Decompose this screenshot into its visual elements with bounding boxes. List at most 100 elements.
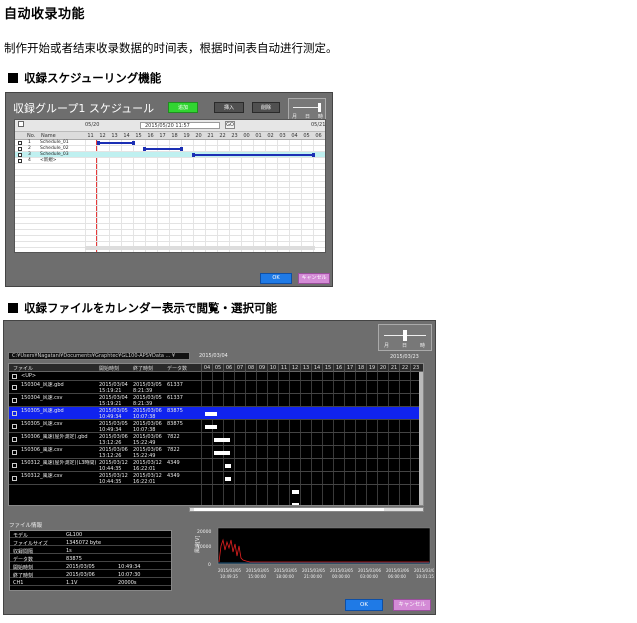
file-count: 83875 (167, 421, 183, 427)
zoom-slider[interactable]: 月 日 時 (288, 98, 326, 120)
vertical-scrollbar[interactable] (419, 372, 423, 505)
file-row[interactable]: 150312_風速.csv 2015/03/12 10:44:35 2015/03/1… (9, 472, 421, 485)
horizontal-scrollbar[interactable] (189, 507, 424, 512)
file-count: 4349 (167, 473, 180, 479)
graph-x-date: 2015/03/06 (414, 568, 434, 573)
file-row[interactable]: 150312_風速(屋外測定)(L3時間) 2015/03/12 10:44:35 2… (9, 459, 421, 472)
file-row[interactable]: 150304_风速.gbd 2015/03/04 15:19:21 2015/03/0… (9, 381, 421, 394)
slider-track (293, 107, 321, 108)
hour-header: 00 (243, 133, 250, 139)
file-name: 150305_风速.csv (21, 421, 63, 427)
horizontal-scrollbar[interactable] (85, 246, 315, 250)
hour-header: 05 (212, 364, 223, 372)
graph-x-time: 10:01:15 (416, 574, 434, 579)
insert-button[interactable]: 挿入 (214, 102, 244, 113)
file-row[interactable]: <UP> (9, 372, 421, 381)
hour-header: 13 (111, 133, 118, 139)
row-checkbox[interactable] (18, 141, 22, 145)
file-info-row: モデル GL100 (10, 531, 171, 539)
square-bullet-icon (8, 303, 18, 313)
row-checkbox[interactable] (18, 153, 22, 157)
file-timeline-mark (225, 464, 231, 468)
hour-header: 20 (195, 133, 202, 139)
column-end: 終了時刻 (133, 366, 154, 372)
file-info-value: 1s (66, 548, 72, 554)
graph-x-time: 15:00:00 (248, 574, 266, 579)
delete-button[interactable]: 削除 (252, 102, 280, 113)
hour-header: 17 (159, 133, 166, 139)
calendar-date-right: 2015/03/23 (390, 354, 419, 360)
folder-icon (12, 374, 17, 379)
graph-ymax: 20000 (197, 529, 211, 535)
file-info-table: モデル GL100 ファイルサイズ 1345072 byte 収録間隔 1s データ数 838… (9, 530, 172, 591)
graph-x-date: 2015/03/05 (274, 568, 298, 573)
file-timeline-mark (205, 412, 217, 416)
graph-x-date: 2015/03/05 (302, 568, 326, 573)
schedule-bar[interactable] (192, 153, 315, 157)
graph-x-time: 06:00:00 (388, 574, 406, 579)
file-info-title: ファイル情報 (9, 523, 43, 529)
hour-header: 10 (267, 364, 278, 372)
nav-button[interactable] (18, 121, 24, 127)
slider-thumb[interactable] (318, 103, 321, 112)
file-count: 61337 (167, 382, 183, 388)
row-checkbox[interactable] (18, 147, 22, 151)
file-calendar-window: 月 日 時 C:¥Users¥Nagatani¥Documents¥Grapht… (3, 320, 436, 615)
file-info-label: ファイルサイズ (13, 541, 48, 547)
ok-button[interactable]: OK (345, 599, 383, 611)
file-list: ファイル 開始時刻 終了時刻 データ数 04 05 06 07 08 09 10 11 12 13… (8, 363, 424, 506)
file-info-label: CH1 (13, 580, 24, 586)
go-button[interactable]: GO (225, 121, 235, 129)
slider-thumb[interactable] (403, 330, 407, 341)
schedule-window-title: 収録グループ1 スケジュール (13, 102, 155, 115)
file-name: 150312_風速.csv (21, 473, 63, 479)
row-checkbox[interactable] (18, 159, 22, 163)
file-info-value: 1.1V (66, 580, 78, 586)
file-icon (12, 463, 17, 468)
file-name: 150305_风速.gbd (21, 408, 64, 414)
cancel-button[interactable]: キャンセル (298, 273, 330, 284)
graph-x-labels: 2015/03/0510:49:352015/03/0515:00:002015… (218, 568, 434, 579)
hour-header: 05 (303, 133, 310, 139)
date-right: 05/21 (311, 122, 326, 128)
hour-header: 14 (123, 133, 130, 139)
schedule-bar[interactable] (143, 147, 183, 151)
scroll-thumb[interactable] (194, 508, 384, 511)
column-count: データ数 (167, 366, 188, 372)
hour-header: 01 (255, 133, 262, 139)
zoom-slider[interactable]: 月 日 時 (378, 324, 432, 351)
column-no: No. (27, 133, 36, 139)
section-heading-calendar: 収録ファイルをカレンダー表示で閲覧・選択可能 (8, 300, 277, 316)
file-name: 150306_風速(屋外測定).gbd (21, 434, 88, 440)
graph-ymid: 10000 (197, 544, 211, 550)
file-info-label: データ数 (13, 557, 34, 563)
hour-header: 17 (344, 364, 355, 372)
file-icon (12, 476, 17, 481)
hour-header: 09 (256, 364, 267, 372)
schedule-grid: 05/20 2015/05/20 11:57 GO 05/21 No. Name… (14, 119, 326, 253)
page-description: 制作开始或者结束收录数据的时间表，根据时间表自动进行测定。 (4, 41, 338, 55)
file-info-value: 2015/03/06 (66, 572, 95, 578)
folder-path-field[interactable]: C:¥Users¥Nagatani¥Documents¥Graphtec¥GL1… (8, 352, 190, 360)
add-button[interactable]: 追加 (168, 102, 198, 113)
hour-header: 15 (322, 364, 333, 372)
ok-button[interactable]: OK (260, 273, 292, 284)
file-count: 7822 (167, 447, 180, 453)
data-preview-graph: 風速[V] 20000 10000 0 2015/03/0510:49:3520… (195, 527, 434, 579)
file-name: 150306_風速.csv (21, 447, 63, 453)
hour-header: 11 (87, 133, 94, 139)
graph-x-date: 2015/03/06 (386, 568, 410, 573)
hour-header: 18 (355, 364, 366, 372)
hour-header: 15 (135, 133, 142, 139)
file-icon (12, 437, 17, 442)
file-icon (12, 450, 17, 455)
graph-x-time: 00:00:00 (332, 574, 350, 579)
file-end2: 16:22:01 (133, 479, 156, 485)
hour-header: 18 (171, 133, 178, 139)
schedule-bar[interactable] (97, 141, 135, 145)
hour-header: 11 (278, 364, 289, 372)
file-row[interactable]: 150304_风速.csv 2015/03/04 15:19:21 2015/03/0… (9, 394, 421, 407)
file-count: 61337 (167, 395, 183, 401)
square-bullet-icon (8, 73, 18, 83)
cancel-button[interactable]: キャンセル (393, 599, 431, 611)
